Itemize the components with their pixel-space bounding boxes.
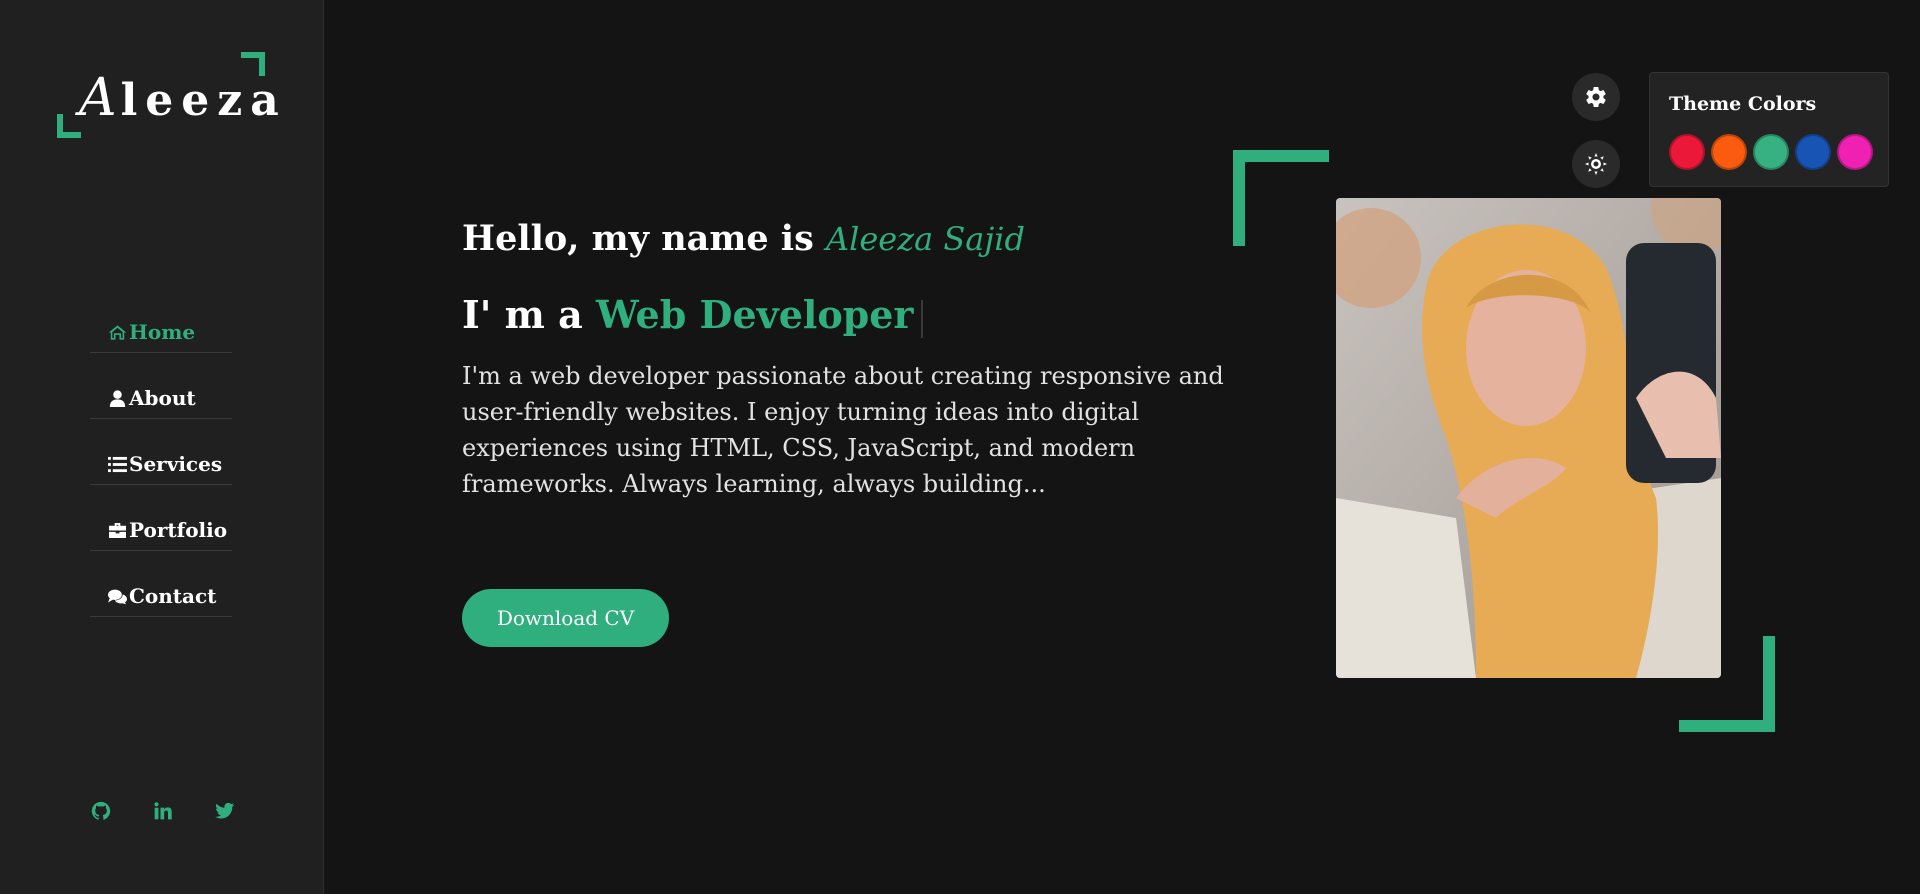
nav-item-label: About <box>129 386 196 410</box>
sidebar: Aleeza Home About Services Portfolio Con… <box>0 0 324 894</box>
nav-item-label: Services <box>129 452 223 476</box>
hero-name: Aleeza Sajid <box>826 220 1025 258</box>
briefcase-icon <box>108 521 129 539</box>
nav-item-label: Home <box>129 320 196 344</box>
logo[interactable]: Aleeza <box>57 52 279 138</box>
role-title: Web Developer <box>595 292 914 337</box>
color-swatches <box>1669 134 1873 170</box>
role-prefix: I' m a <box>462 292 583 337</box>
theme-toggle-button[interactable] <box>1572 140 1620 188</box>
user-icon <box>108 389 129 407</box>
home-icon <box>108 323 129 341</box>
main-nav: Home About Services Portfolio Contact <box>90 312 232 642</box>
logo-first-letter: A <box>79 68 121 128</box>
color-swatch-blue[interactable] <box>1795 134 1831 170</box>
list-icon <box>108 455 129 473</box>
role-heading: I' m a Web Developer <box>462 292 924 338</box>
nav-item-home[interactable]: Home <box>90 312 232 353</box>
nav-item-label: Contact <box>129 584 217 608</box>
sun-icon <box>1585 153 1607 175</box>
nav-item-portfolio[interactable]: Portfolio <box>90 510 232 551</box>
nav-item-about[interactable]: About <box>90 378 232 419</box>
bio-text: I'm a web developer passionate about cre… <box>462 362 1224 498</box>
comments-icon <box>108 587 129 605</box>
nav-item-contact[interactable]: Contact <box>90 576 232 617</box>
nav-item-label: Portfolio <box>129 518 228 542</box>
logo-rest: leeza <box>120 75 287 126</box>
twitter-icon[interactable] <box>214 800 236 822</box>
settings-button[interactable] <box>1572 73 1620 121</box>
profile-photo <box>1336 198 1721 678</box>
linkedin-icon[interactable] <box>152 800 174 822</box>
nav-item-services[interactable]: Services <box>90 444 232 485</box>
download-cv-button[interactable]: Download CV <box>462 589 669 647</box>
color-swatch-green[interactable] <box>1753 134 1789 170</box>
color-swatch-red[interactable] <box>1669 134 1705 170</box>
color-swatch-pink[interactable] <box>1837 134 1873 170</box>
greeting-text: Hello, my name is <box>462 218 814 259</box>
greeting-heading: Hello, my name is Aleeza Sajid <box>462 218 1025 259</box>
social-links <box>90 800 236 822</box>
github-icon[interactable] <box>90 800 112 822</box>
photo-frame-corner <box>1233 150 1329 246</box>
theme-colors-panel: Theme Colors <box>1649 72 1889 187</box>
logo-text: Aleeza <box>79 68 287 128</box>
color-swatch-orange[interactable] <box>1711 134 1747 170</box>
logo-corner-decoration <box>57 114 81 138</box>
gear-icon <box>1586 87 1606 107</box>
theme-panel-title: Theme Colors <box>1669 93 1817 115</box>
typing-cursor <box>921 299 924 338</box>
